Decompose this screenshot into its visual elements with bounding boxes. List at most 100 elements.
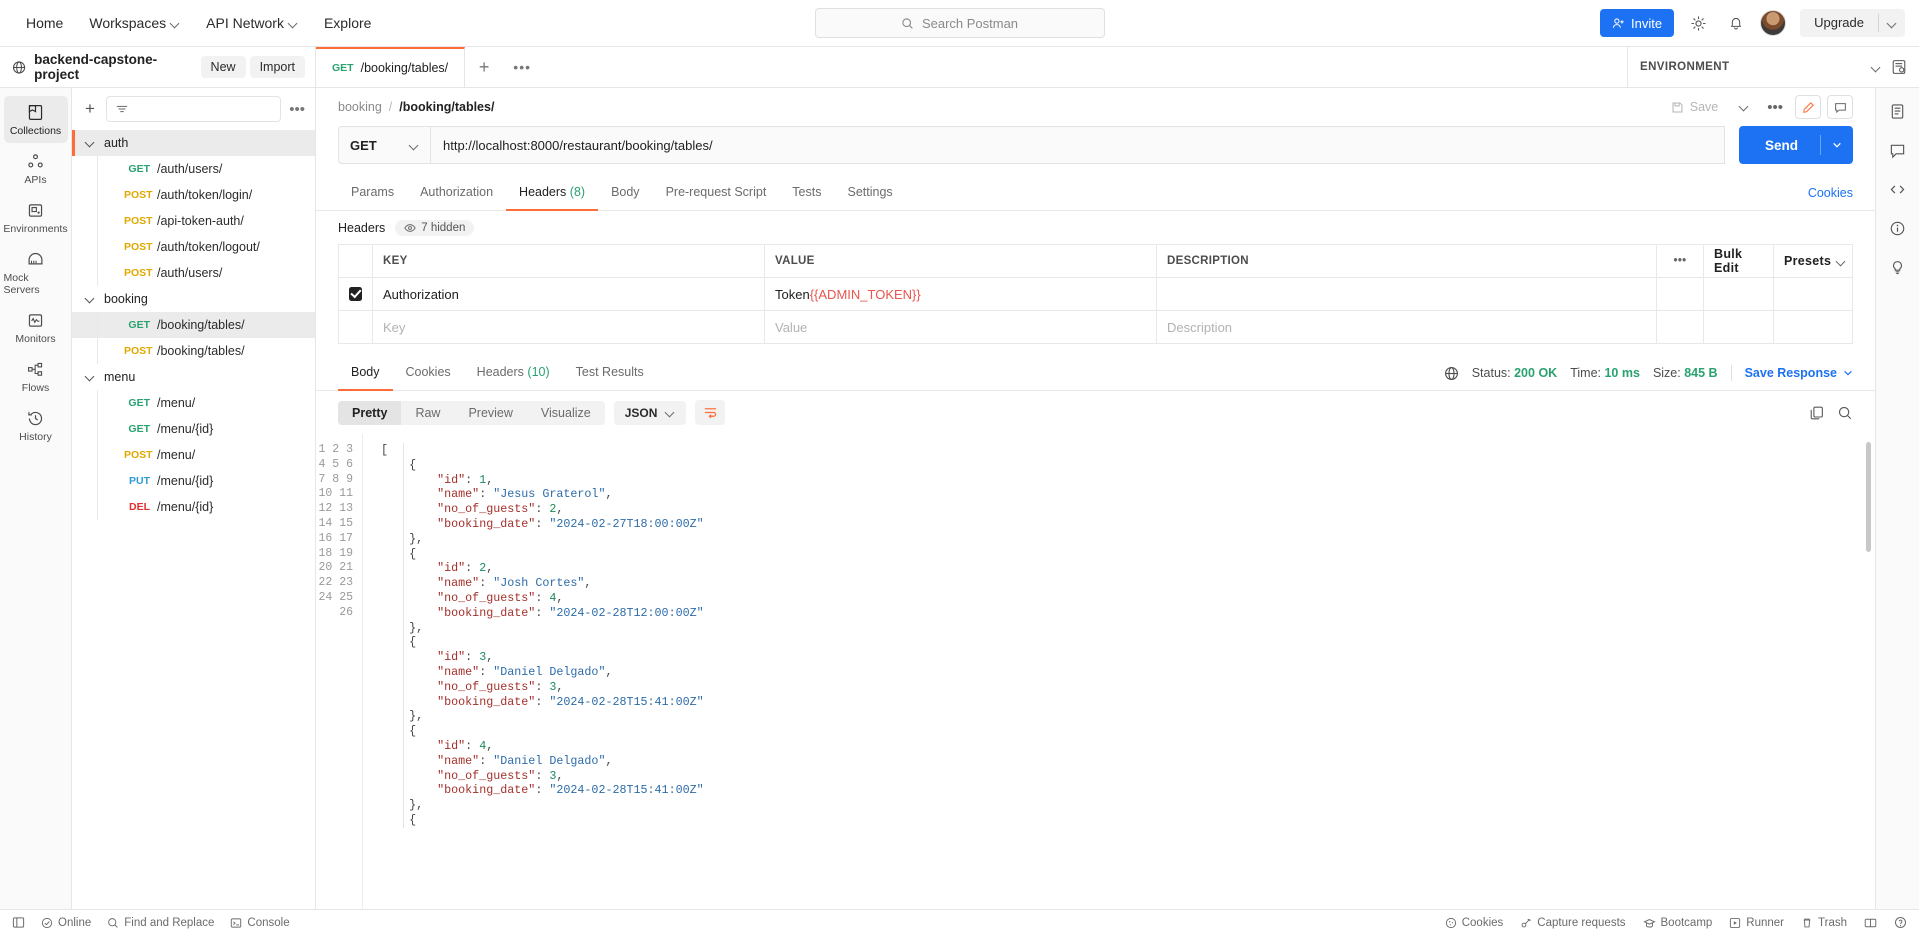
upgrade-button[interactable]: Upgrade xyxy=(1800,9,1878,37)
tab-body[interactable]: Body xyxy=(598,176,653,211)
upgrade-menu-button[interactable] xyxy=(1879,19,1905,28)
hidden-headers-toggle[interactable]: 7 hidden xyxy=(395,220,475,236)
sidebar-item-flows[interactable]: Flows xyxy=(4,353,68,400)
settings-button[interactable] xyxy=(1684,9,1712,37)
tree-request-menu-id-put[interactable]: PUT /menu/{id} xyxy=(72,468,315,494)
comments-button[interactable] xyxy=(1827,95,1853,119)
sidebar-item-apis[interactable]: APIs xyxy=(4,145,68,192)
header-value-input[interactable]: Token {{ADMIN_TOKEN}} xyxy=(765,278,1157,310)
header-key-input[interactable]: Authorization xyxy=(373,278,765,310)
trash-button[interactable]: Trash xyxy=(1801,917,1847,929)
tree-request-menu-post[interactable]: POST /menu/ xyxy=(72,442,315,468)
import-button[interactable]: Import xyxy=(249,56,305,78)
tree-request-auth-users-get[interactable]: GET /auth/users/ xyxy=(72,156,315,182)
send-button[interactable]: Send xyxy=(1738,126,1853,164)
tabs-more-options-button[interactable]: ••• xyxy=(503,47,541,87)
cookies-link[interactable]: Cookies xyxy=(1808,186,1853,200)
bootcamp-button[interactable]: Bootcamp xyxy=(1642,917,1712,929)
headers-table-placeholder-row[interactable]: Key Value Description xyxy=(339,311,1852,344)
row-checkbox[interactable] xyxy=(349,287,362,301)
save-options-button[interactable] xyxy=(1734,96,1755,118)
documentation-button[interactable] xyxy=(1884,98,1912,124)
sidebar-item-mock-servers[interactable]: Mock Servers xyxy=(4,243,68,302)
tab-headers[interactable]: Headers (8) xyxy=(506,176,599,211)
wrap-lines-button[interactable] xyxy=(695,400,726,425)
tab-tests[interactable]: Tests xyxy=(779,176,834,211)
find-and-replace-button[interactable]: Find and Replace xyxy=(107,917,214,929)
sidebar-item-history[interactable]: History xyxy=(4,402,68,449)
comments-panel-button[interactable] xyxy=(1884,137,1912,163)
breadcrumb-parent[interactable]: booking xyxy=(338,100,382,114)
format-preview-button[interactable]: Preview xyxy=(454,401,526,425)
online-status[interactable]: Online xyxy=(41,917,91,929)
runner-button[interactable]: Runner xyxy=(1729,917,1784,929)
nav-item-explore[interactable]: Explore xyxy=(312,10,383,36)
new-button[interactable]: New xyxy=(200,56,246,78)
workspace-name[interactable]: backend-capstone-project xyxy=(34,52,192,82)
info-button[interactable] xyxy=(1884,215,1912,241)
nav-item-workspaces[interactable]: Workspaces xyxy=(77,10,192,36)
format-visualize-button[interactable]: Visualize xyxy=(527,401,605,425)
nav-item-home[interactable]: Home xyxy=(14,10,75,36)
tree-folder-booking[interactable]: booking xyxy=(72,286,315,312)
capture-requests-button[interactable]: Capture requests xyxy=(1520,917,1626,929)
new-header-key-input[interactable]: Key xyxy=(373,311,765,343)
help-button[interactable] xyxy=(1894,916,1907,929)
format-pretty-button[interactable]: Pretty xyxy=(338,400,402,425)
bulk-edit-button[interactable]: Bulk Edit xyxy=(1704,245,1774,277)
url-input[interactable]: http://localhost:8000/restaurant/booking… xyxy=(430,126,1725,164)
two-pane-layout-button[interactable] xyxy=(1864,917,1877,929)
invite-button[interactable]: Invite xyxy=(1600,9,1675,37)
edit-request-button[interactable] xyxy=(1795,95,1821,119)
response-body-code[interactable]: [ { "id": 1, "name": "Jesus Graterol", "… xyxy=(362,434,1875,909)
response-tab-test-results[interactable]: Test Results xyxy=(563,356,657,391)
response-language-selector[interactable]: JSON xyxy=(613,400,687,425)
tree-request-auth-token-logout-post[interactable]: POST /auth/token/logout/ xyxy=(72,234,315,260)
table-more-options-button[interactable]: ••• xyxy=(1657,245,1704,277)
code-snippet-button[interactable] xyxy=(1884,176,1912,202)
sidebar-item-monitors[interactable]: Monitors xyxy=(4,304,68,351)
global-search-input[interactable]: Search Postman xyxy=(814,8,1105,38)
cookies-button[interactable]: Cookies xyxy=(1445,917,1503,929)
http-method-selector[interactable]: GET xyxy=(338,126,430,164)
tab-pre-request-script[interactable]: Pre-request Script xyxy=(653,176,780,211)
toggle-sidebar-button[interactable] xyxy=(12,916,25,929)
tree-request-booking-tables-get[interactable]: GET /booking/tables/ xyxy=(72,312,315,338)
copy-button[interactable] xyxy=(1809,405,1825,421)
request-tab-booking-tables[interactable]: GET /booking/tables/ xyxy=(316,47,466,87)
save-response-button[interactable]: Save Response xyxy=(1745,366,1853,380)
new-header-value-input[interactable]: Value xyxy=(765,311,1157,343)
search-body-button[interactable] xyxy=(1837,405,1853,421)
response-tab-body[interactable]: Body xyxy=(338,356,393,391)
new-header-description-input[interactable]: Description xyxy=(1157,311,1657,343)
send-options-button[interactable] xyxy=(1821,140,1853,150)
response-body-viewer[interactable]: 1 2 3 4 5 6 7 8 9 10 11 12 13 14 15 16 1… xyxy=(316,434,1875,909)
notifications-button[interactable] xyxy=(1722,9,1750,37)
tree-request-api-token-auth-post[interactable]: POST /api-token-auth/ xyxy=(72,208,315,234)
tree-request-menu-id-get[interactable]: GET /menu/{id} xyxy=(72,416,315,442)
user-avatar[interactable] xyxy=(1760,10,1787,36)
environment-quick-look-icon[interactable] xyxy=(1891,59,1907,75)
request-more-options-button[interactable]: ••• xyxy=(1761,99,1789,116)
sidebar-filter-input[interactable] xyxy=(105,96,282,122)
headers-table-row[interactable]: Authorization Token {{ADMIN_TOKEN}} xyxy=(339,278,1852,311)
tab-params[interactable]: Params xyxy=(338,176,407,211)
nav-item-api-network[interactable]: API Network xyxy=(194,10,310,36)
tree-request-auth-users-post[interactable]: POST /auth/users/ xyxy=(72,260,315,286)
sidebar-item-environments[interactable]: Environments xyxy=(3,194,68,241)
header-description-input[interactable] xyxy=(1157,278,1657,310)
tree-request-booking-tables-post[interactable]: POST /booking/tables/ xyxy=(72,338,315,364)
tab-settings[interactable]: Settings xyxy=(834,176,905,211)
breadcrumb-current[interactable]: /booking/tables/ xyxy=(399,100,494,114)
format-raw-button[interactable]: Raw xyxy=(401,401,454,425)
console-button[interactable]: Console xyxy=(230,917,290,929)
presets-button[interactable]: Presets xyxy=(1774,245,1852,277)
tree-folder-menu[interactable]: menu xyxy=(72,364,315,390)
new-tab-button[interactable]: + xyxy=(465,47,503,87)
chevron-down-icon[interactable] xyxy=(1872,63,1881,72)
response-tab-cookies[interactable]: Cookies xyxy=(393,356,464,391)
tab-authorization[interactable]: Authorization xyxy=(407,176,506,211)
response-tab-headers[interactable]: Headers (10) xyxy=(464,356,563,391)
postbot-button[interactable] xyxy=(1884,254,1912,280)
tree-request-auth-token-login-post[interactable]: POST /auth/token/login/ xyxy=(72,182,315,208)
